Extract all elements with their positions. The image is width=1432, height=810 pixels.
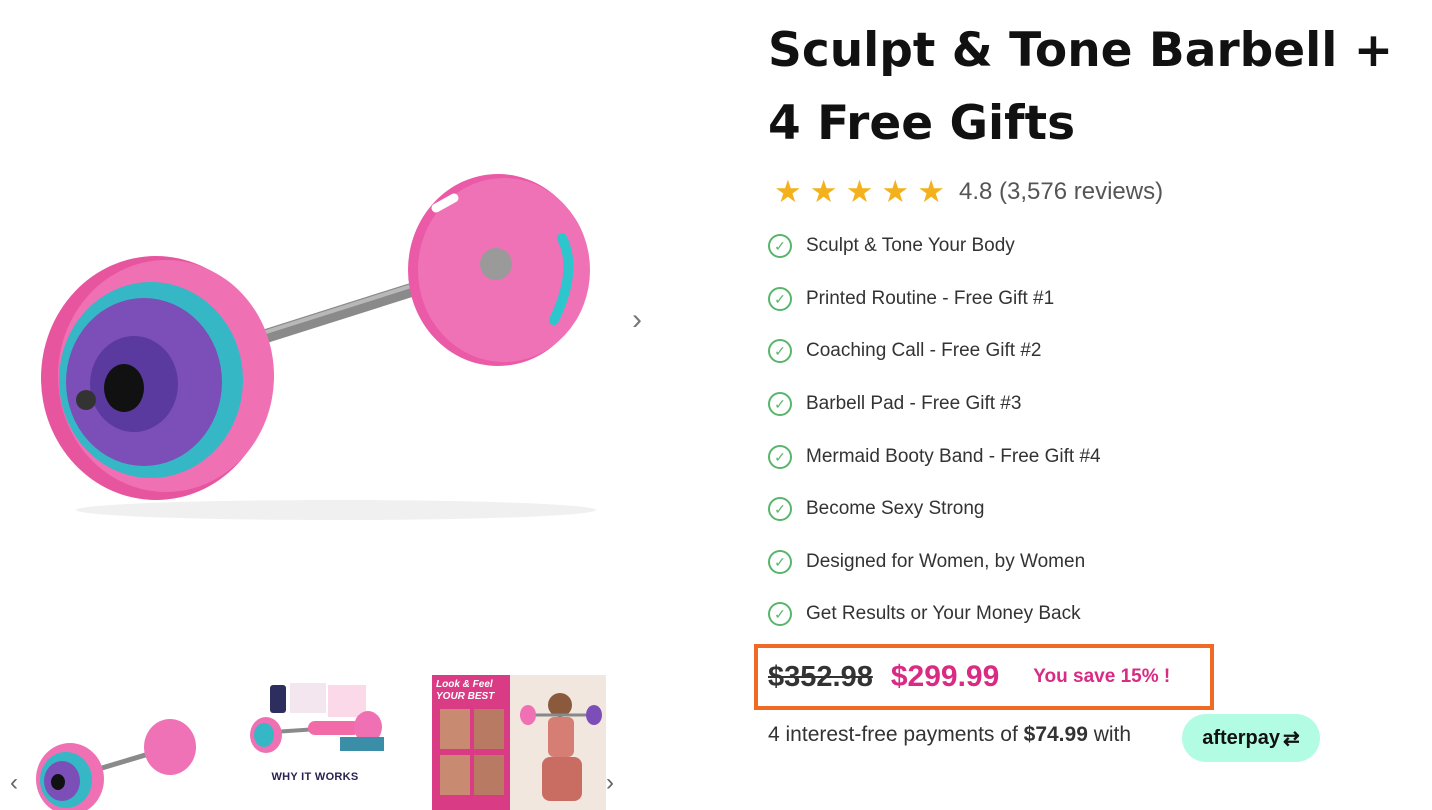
list-item: ✓ Designed for Women, by Women bbox=[768, 536, 1408, 589]
thumbnail-1[interactable] bbox=[22, 675, 196, 810]
product-title: Sculpt & Tone Barbell + 4 Free Gifts bbox=[768, 23, 1394, 151]
star-icon: ★ bbox=[774, 174, 802, 209]
feature-label: Designed for Women, by Women bbox=[806, 550, 1086, 572]
feature-list: ✓ Sculpt & Tone Your Body ✓ Printed Routin… bbox=[768, 220, 1408, 641]
star-icon: ★ bbox=[917, 174, 945, 209]
sale-price: $299.99 bbox=[890, 660, 1000, 693]
check-circle-icon: ✓ bbox=[768, 339, 792, 364]
list-item: ✓ Barbell Pad - Free Gift #3 bbox=[768, 378, 1408, 431]
list-item: ✓ Get Results or Your Money Back bbox=[768, 588, 1408, 641]
thumbnail-2[interactable]: WHY IT WORKS bbox=[228, 675, 402, 810]
installments-prefix: 4 interest-free payments of bbox=[768, 723, 1018, 746]
installments-text: 4 interest-free payments of $74.99 with bbox=[768, 720, 1131, 750]
savings-text: You save 15% ! bbox=[1033, 666, 1171, 687]
feature-label: Sculpt & Tone Your Body bbox=[806, 235, 1015, 257]
check-circle-icon: ✓ bbox=[768, 549, 792, 574]
check-circle-icon: ✓ bbox=[768, 286, 792, 311]
gallery-next-arrow[interactable]: › bbox=[622, 300, 652, 340]
check-circle-icon: ✓ bbox=[768, 392, 792, 417]
list-item: ✓ Coaching Call - Free Gift #2 bbox=[768, 325, 1408, 378]
check-circle-icon: ✓ bbox=[768, 444, 792, 469]
feature-label: Become Sexy Strong bbox=[806, 498, 985, 520]
thumbnail-strip: ‹ WHY IT WORKS Look & Feel YOUR BEST › bbox=[0, 660, 640, 810]
rating-row[interactable]: ★ ★ ★ ★ ★ 4.8 (3,576 reviews) bbox=[774, 172, 1163, 212]
thumb-barbell-image bbox=[36, 719, 196, 810]
barbell-image bbox=[41, 174, 596, 520]
list-item: ✓ Become Sexy Strong bbox=[768, 483, 1408, 536]
star-icon: ★ bbox=[809, 174, 838, 209]
star-icon: ★ bbox=[845, 174, 874, 209]
feature-label: Coaching Call - Free Gift #2 bbox=[806, 340, 1042, 362]
list-item: ✓ Mermaid Booty Band - Free Gift #4 bbox=[768, 430, 1408, 483]
thumb-why-image bbox=[250, 683, 384, 753]
feature-label: Get Results or Your Money Back bbox=[806, 603, 1081, 625]
afterpay-logo-icon: ⇄ bbox=[1283, 727, 1300, 750]
afterpay-label: afterpay bbox=[1202, 726, 1281, 749]
installments-suffix: with bbox=[1093, 723, 1132, 746]
star-icon: ★ bbox=[881, 174, 910, 209]
check-circle-icon: ✓ bbox=[768, 602, 792, 627]
thumb-next-arrow[interactable]: › bbox=[600, 768, 620, 798]
product-gallery: › ‹ WHY IT WORKS Look & Feel YOUR BEST › bbox=[0, 0, 700, 810]
thumb-prev-arrow[interactable]: ‹ bbox=[4, 768, 24, 798]
thumbnail-3[interactable]: Look & Feel YOUR BEST bbox=[432, 675, 606, 810]
afterpay-badge[interactable]: afterpay ⇄ bbox=[1182, 714, 1320, 762]
feature-label: Printed Routine - Free Gift #1 bbox=[806, 287, 1055, 309]
feature-label: Mermaid Booty Band - Free Gift #4 bbox=[806, 445, 1101, 467]
thumb-why-caption: WHY IT WORKS bbox=[271, 771, 359, 783]
list-item: ✓ Sculpt & Tone Your Body bbox=[768, 220, 1408, 273]
thumb-look-image bbox=[440, 693, 602, 801]
rating-text: 4.8 (3,576 reviews) bbox=[958, 178, 1164, 205]
old-price: $352.98 bbox=[768, 660, 873, 693]
feature-label: Barbell Pad - Free Gift #3 bbox=[806, 393, 1022, 415]
check-circle-icon: ✓ bbox=[768, 234, 792, 259]
list-item: ✓ Printed Routine - Free Gift #1 bbox=[768, 273, 1408, 326]
main-product-image[interactable] bbox=[6, 8, 620, 626]
price-box: $352.98 $299.99 You save 15% ! bbox=[754, 644, 1214, 710]
installment-amount: $74.99 bbox=[1023, 723, 1088, 746]
check-circle-icon: ✓ bbox=[768, 497, 792, 522]
